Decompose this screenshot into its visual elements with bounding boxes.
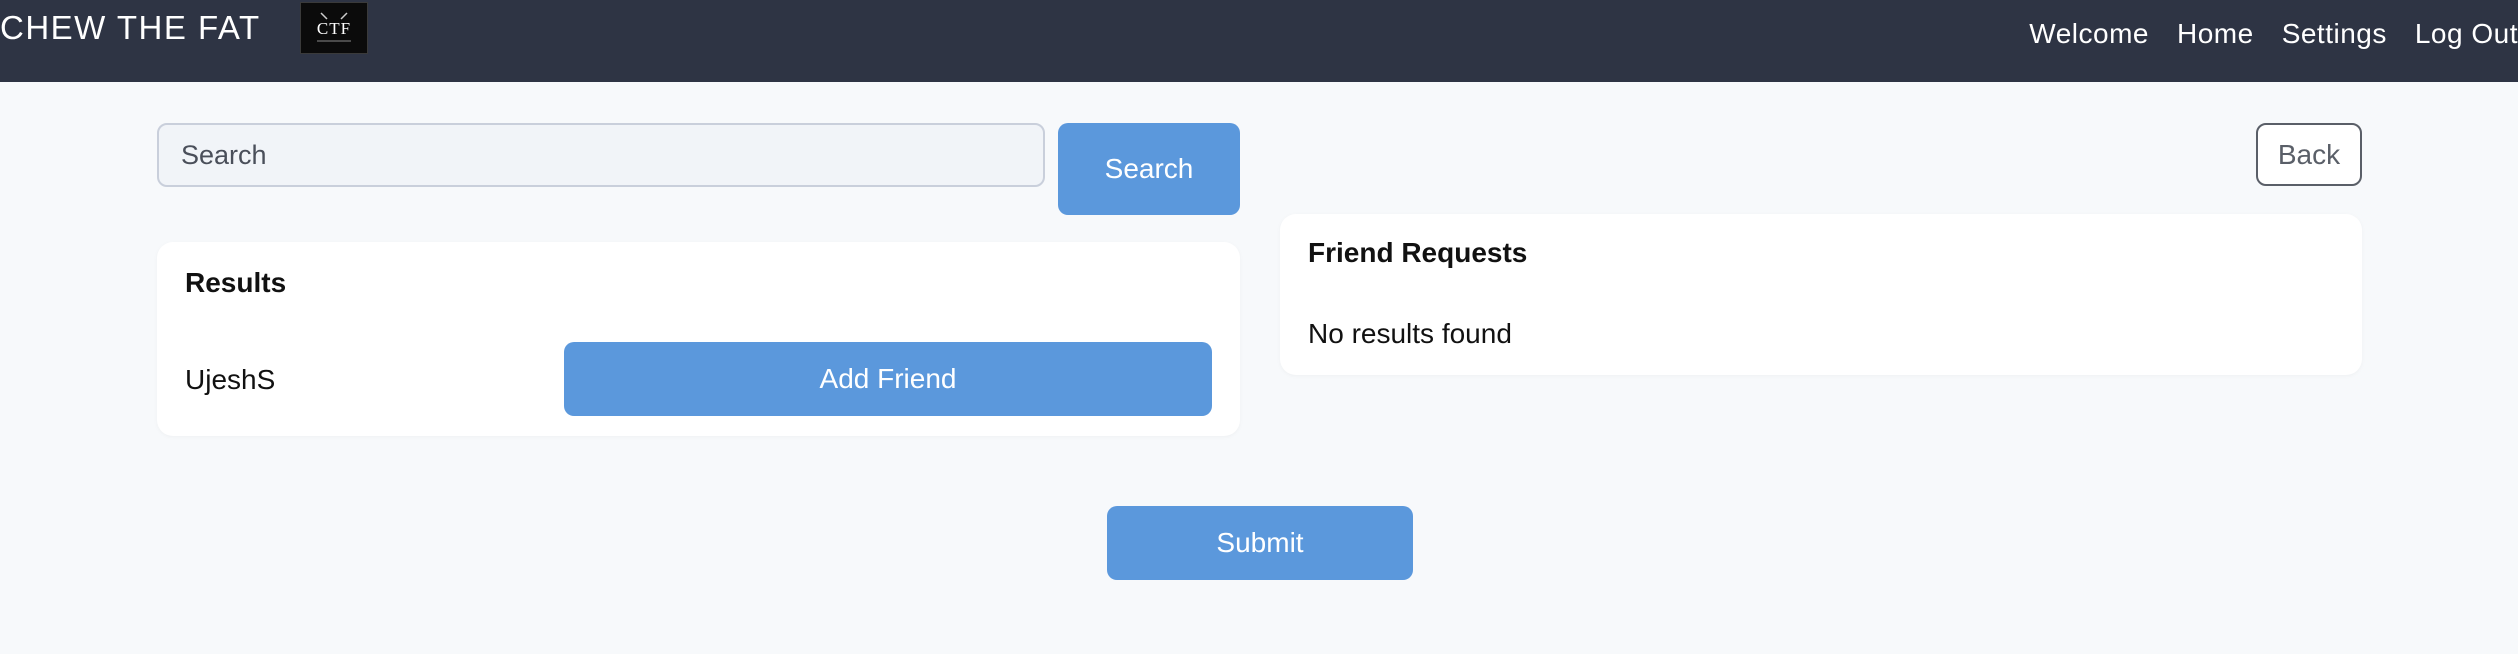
- friend-requests-card: Friend Requests No results found: [1280, 214, 2362, 375]
- results-card: Results UjeshS Add Friend: [157, 242, 1240, 436]
- nav-settings[interactable]: Settings: [2282, 16, 2387, 52]
- ctf-logo: CTF: [300, 2, 368, 54]
- main-nav: Welcome Home Settings Log Out: [2001, 16, 2518, 52]
- nav-log-out[interactable]: Log Out: [2415, 16, 2518, 52]
- search-input[interactable]: [157, 123, 1045, 187]
- result-username: UjeshS: [185, 364, 276, 395]
- submit-button[interactable]: Submit: [1107, 506, 1413, 580]
- back-button[interactable]: Back: [2256, 123, 2362, 186]
- friend-requests-title: Friend Requests: [1308, 237, 1528, 268]
- add-friend-button[interactable]: Add Friend: [564, 342, 1212, 416]
- svg-text:CTF: CTF: [317, 19, 351, 38]
- brand-title: CHEW THE FAT: [0, 9, 261, 46]
- search-button[interactable]: Search: [1058, 123, 1240, 215]
- nav-home[interactable]: Home: [2177, 16, 2254, 52]
- friend-requests-empty-text: No results found: [1308, 318, 1512, 349]
- top-navbar: CHEW THE FAT CTF Welcome Home Settings L…: [0, 0, 2518, 82]
- nav-welcome[interactable]: Welcome: [2029, 16, 2149, 52]
- results-title: Results: [185, 267, 287, 298]
